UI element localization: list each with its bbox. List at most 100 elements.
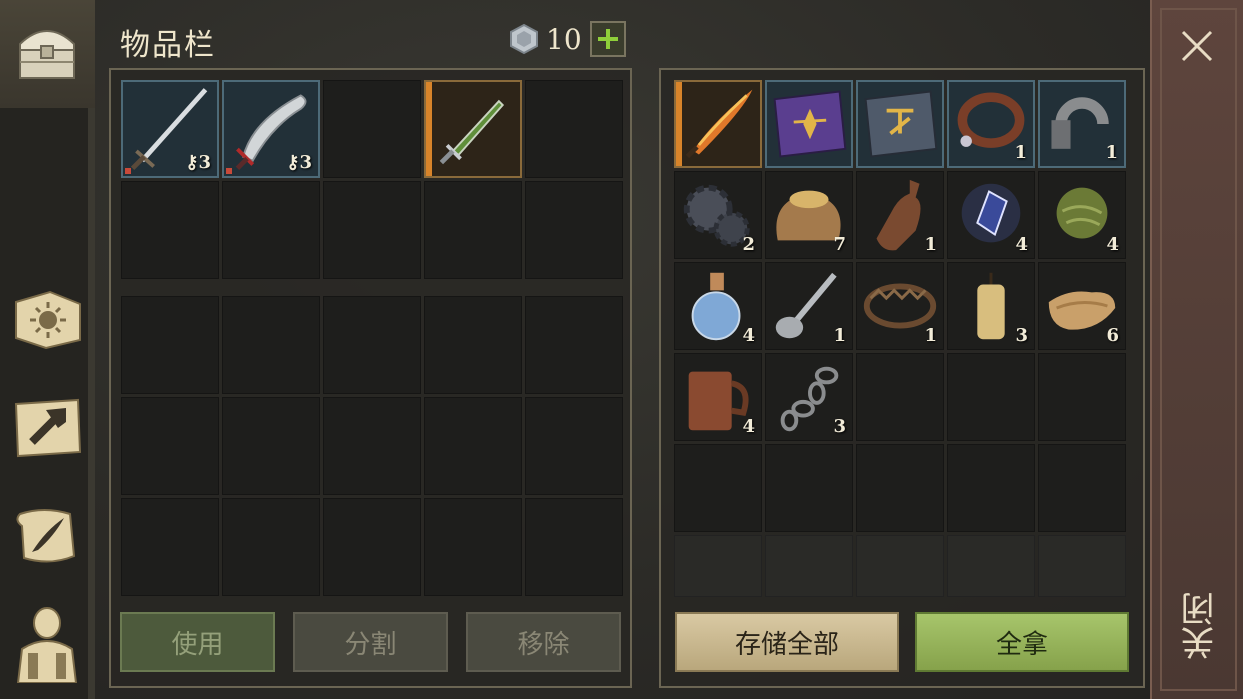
storage-slot-empty[interactable] (1038, 353, 1126, 441)
take-all-button[interactable]: 全拿 (915, 612, 1129, 672)
close-label[interactable]: 关闭 (1176, 592, 1221, 660)
store-all-button[interactable]: 存储全部 (675, 612, 899, 672)
blue-book-icon (864, 90, 938, 158)
nav-divider (88, 108, 95, 699)
storage-slot-purple-book[interactable] (765, 80, 853, 168)
storage-slot-blue-book[interactable] (856, 80, 944, 168)
dagger-icon (439, 99, 505, 165)
storage-slot-empty[interactable] (1038, 444, 1126, 532)
sun-book-icon (15, 290, 81, 350)
backpack-slot[interactable] (121, 397, 219, 495)
item-count: 4 (742, 325, 755, 346)
item-count: 6 (1106, 325, 1119, 346)
character-icon (16, 607, 78, 683)
inventory-slot-scimitar[interactable]: ⚷3 (222, 80, 320, 178)
storage-slot-locked (947, 535, 1035, 597)
storage-slot-gears[interactable]: 2 (674, 171, 762, 259)
storage-slot-empty[interactable] (947, 444, 1035, 532)
storage-slot-locked (856, 535, 944, 597)
item-count: 3 (1015, 325, 1028, 346)
storage-slot-grain-sack[interactable]: 7 (765, 171, 853, 259)
nav-tab-crafting[interactable] (8, 388, 86, 466)
nav-tab-character[interactable] (8, 604, 86, 683)
silver-coin-icon (510, 23, 538, 55)
backpack-slot[interactable] (323, 498, 421, 596)
nav-tab-inventory[interactable] (0, 0, 95, 108)
inventory-slot-empty[interactable] (323, 181, 421, 279)
currency-display: 10 (508, 21, 626, 57)
backpack-slot[interactable] (525, 397, 623, 495)
item-count: 1 (1014, 142, 1027, 163)
item-count: 4 (1106, 234, 1119, 255)
flaming-sword-icon (685, 89, 753, 159)
scroll-quill-icon (16, 509, 76, 563)
inventory-hotbar: ⚷3 ⚷3 (121, 80, 623, 279)
storage-slot-flaming-sword[interactable] (674, 80, 762, 168)
backpack-slot[interactable] (323, 397, 421, 495)
item-count: 1 (924, 325, 937, 346)
durability-count: ⚷3 (286, 152, 312, 173)
storage-locked-row (674, 535, 1126, 597)
inventory-slot-empty[interactable] (525, 181, 623, 279)
storage-slot-spoon[interactable]: 1 (765, 262, 853, 350)
inventory-slot-empty[interactable] (121, 181, 219, 279)
storage-grid: 1 1 2 7 1 4 4 4 1 1 3 6 4 3 (674, 80, 1126, 532)
page-title: 物品栏 (120, 28, 216, 63)
item-count: 1 (1105, 142, 1118, 163)
add-currency-button[interactable] (589, 21, 626, 57)
backpack-slot[interactable] (222, 397, 320, 495)
storage-slot-locked (765, 535, 853, 597)
storage-slot-bottle[interactable]: 1 (856, 171, 944, 259)
storage-slot-empty[interactable] (674, 444, 762, 532)
backpack-slot[interactable] (525, 296, 623, 394)
storage-slot-locked (1038, 535, 1126, 597)
inventory-slot-empty[interactable] (222, 181, 320, 279)
split-button[interactable]: 分割 (293, 612, 448, 672)
chest-icon (8, 12, 86, 90)
inventory-slot-empty[interactable] (323, 80, 421, 178)
inventory-slot-sword[interactable]: ⚷3 (121, 80, 219, 178)
backpack-slot[interactable] (424, 397, 522, 495)
side-nav (0, 0, 95, 699)
nav-tab-journal[interactable] (8, 496, 86, 574)
backpack-slot[interactable] (121, 498, 219, 596)
storage-slot-candle[interactable]: 3 (947, 262, 1035, 350)
item-count: 3 (833, 416, 846, 437)
storage-slot-tankard[interactable]: 4 (674, 353, 762, 441)
inventory-slot-green-dagger[interactable] (424, 80, 522, 178)
rarity-pip (125, 168, 131, 174)
remove-button[interactable]: 移除 (466, 612, 621, 672)
backpack-slot[interactable] (121, 296, 219, 394)
close-panel-frame (1160, 8, 1237, 691)
item-count: 4 (1015, 234, 1028, 255)
inventory-slot-empty[interactable] (424, 181, 522, 279)
storage-slot-potion-flask[interactable]: 4 (674, 262, 762, 350)
use-button[interactable]: 使用 (120, 612, 275, 672)
storage-slot-empty[interactable] (856, 444, 944, 532)
backpack-slot[interactable] (424, 296, 522, 394)
backpack-slot[interactable] (222, 296, 320, 394)
hammer-icon (14, 398, 82, 458)
storage-slot-iron-shackle[interactable]: 1 (1038, 80, 1126, 168)
plus-icon (597, 29, 618, 49)
storage-slot-cloth[interactable]: 6 (1038, 262, 1126, 350)
backpack-slot[interactable] (525, 498, 623, 596)
close-icon[interactable] (1177, 26, 1217, 66)
nav-tab-skills[interactable] (8, 280, 86, 358)
storage-slot-empty[interactable] (765, 444, 853, 532)
storage-slot-empty[interactable] (947, 353, 1035, 441)
durability-count: ⚷3 (185, 152, 211, 173)
storage-slot-bear-trap[interactable]: 1 (856, 262, 944, 350)
item-count: 7 (833, 234, 846, 255)
storage-slot-empty[interactable] (856, 353, 944, 441)
backpack-slot[interactable] (323, 296, 421, 394)
backpack-slot[interactable] (222, 498, 320, 596)
storage-slot-herb-ball[interactable]: 4 (1038, 171, 1126, 259)
storage-slot-crystal[interactable]: 4 (947, 171, 1035, 259)
inventory-slot-empty[interactable] (525, 80, 623, 178)
storage-slot-leather-collar[interactable]: 1 (947, 80, 1035, 168)
storage-slot-chain[interactable]: 3 (765, 353, 853, 441)
item-count: 2 (742, 234, 755, 255)
inventory-backpack (121, 296, 623, 596)
backpack-slot[interactable] (424, 498, 522, 596)
